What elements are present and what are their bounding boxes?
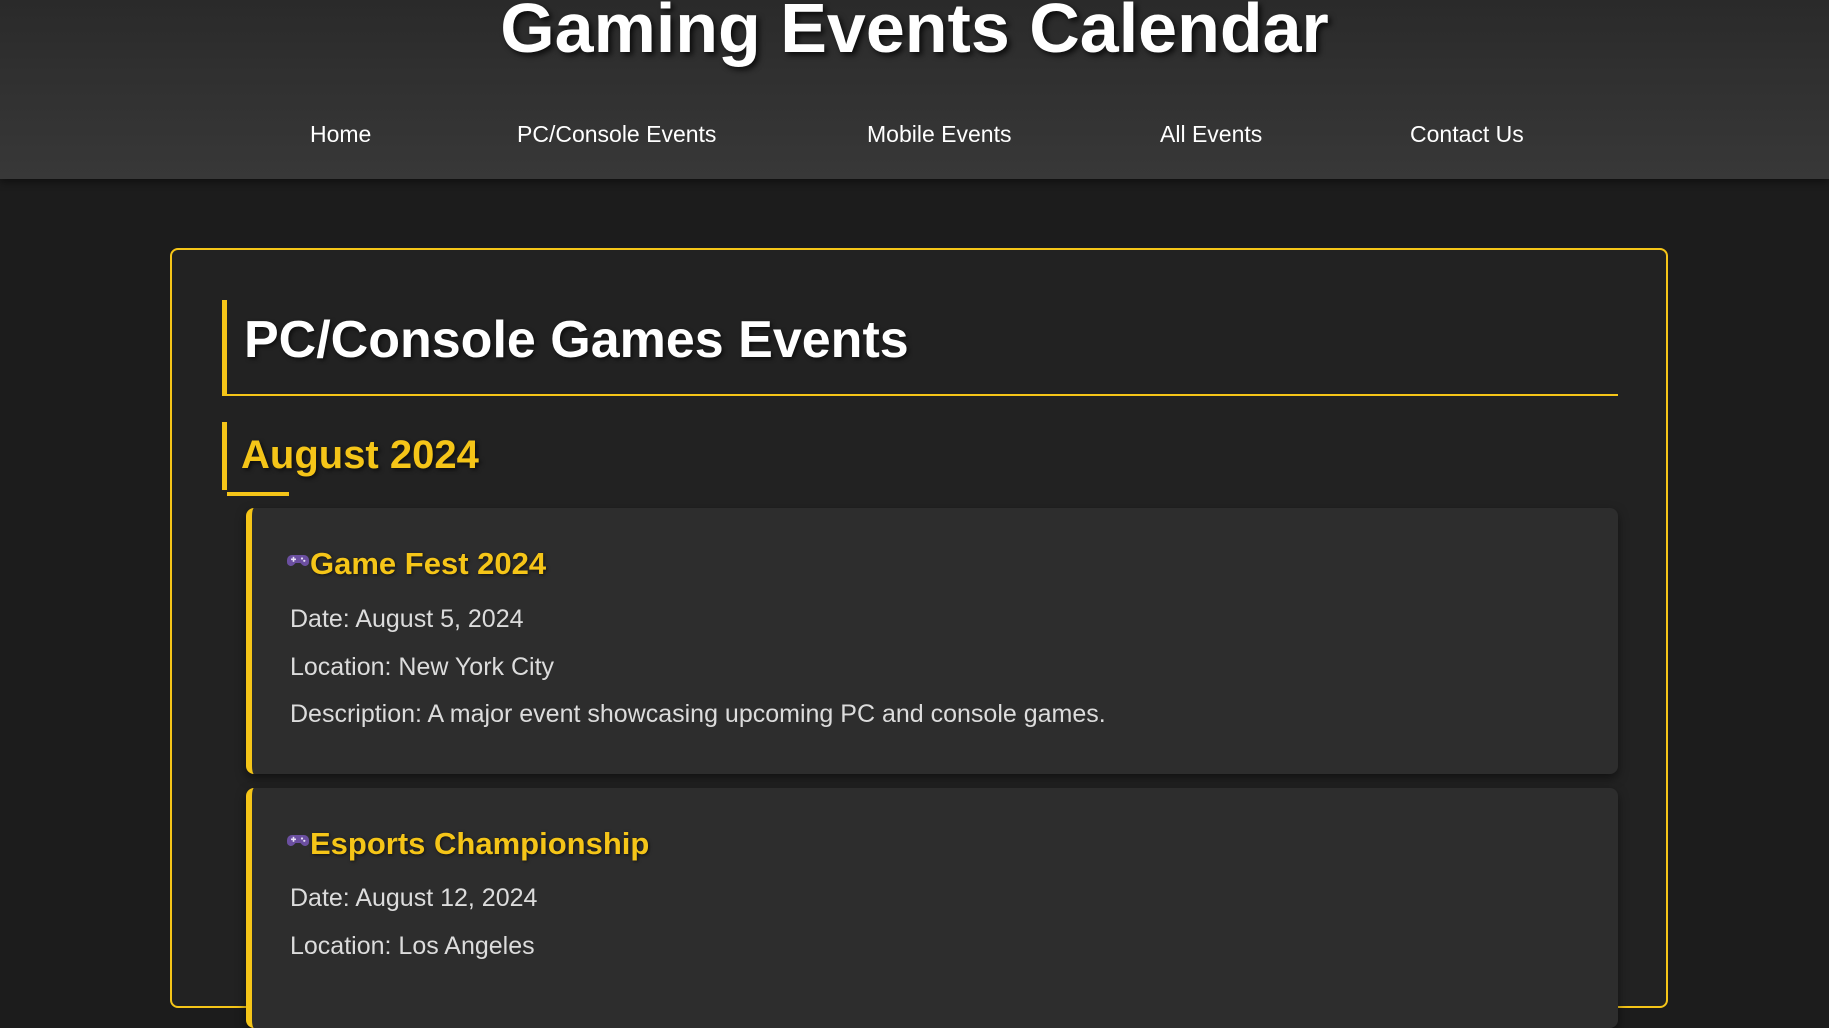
page-title: PC/Console Games Events <box>244 311 909 369</box>
nav-link-home[interactable]: Home <box>310 119 371 149</box>
event-title: Esports Championship <box>286 824 649 864</box>
nav-link-contact-us[interactable]: Contact Us <box>1410 119 1524 149</box>
event-title-text: Esports Championship <box>310 826 650 861</box>
site-header: Gaming Events Calendar Home PC/Console E… <box>0 0 1829 179</box>
event-card: Esports Championship Date: August 12, 20… <box>246 788 1618 1028</box>
month-underline <box>227 492 289 496</box>
nav-link-mobile-events[interactable]: Mobile Events <box>867 119 1011 149</box>
game-controller-icon <box>287 554 309 566</box>
site-title: Gaming Events Calendar <box>500 0 1329 67</box>
event-location: Location: New York City <box>290 653 555 681</box>
event-card: Game Fest 2024 Date: August 5, 2024 Loca… <box>246 508 1618 774</box>
game-controller-icon <box>287 834 309 846</box>
nav-link-pc-console-events[interactable]: PC/Console Events <box>517 119 716 149</box>
month-heading: August 2024 <box>222 422 822 490</box>
event-title: Game Fest 2024 <box>286 544 546 584</box>
event-title-text: Game Fest 2024 <box>310 546 547 581</box>
event-description: Description: A major event showcasing up… <box>290 700 1106 728</box>
nav-link-all-events[interactable]: All Events <box>1160 119 1262 149</box>
event-date: Date: August 12, 2024 <box>290 884 538 912</box>
event-date: Date: August 5, 2024 <box>290 605 524 633</box>
section-heading: PC/Console Games Events <box>222 300 1618 396</box>
event-location: Location: Los Angeles <box>290 932 535 960</box>
month-title: August 2024 <box>241 433 479 477</box>
